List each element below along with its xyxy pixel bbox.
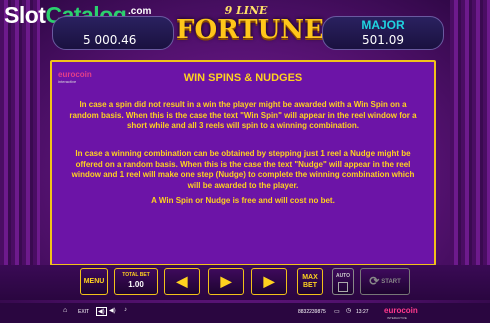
next-page-button[interactable]: ▶ bbox=[251, 268, 287, 295]
jackpot-left: 5 000.46 bbox=[52, 16, 174, 50]
arrow-right-icon: ▶ bbox=[263, 273, 275, 289]
speaker-icon[interactable]: ◀) bbox=[96, 307, 107, 316]
menu-button[interactable]: MENU bbox=[80, 268, 108, 295]
play-button[interactable]: ▶ bbox=[208, 268, 244, 295]
total-bet-button[interactable]: TOTAL BET 1.00 bbox=[114, 268, 158, 295]
spin-icon: ⟳ bbox=[369, 274, 380, 288]
game-logo: 9 LINE FORTUNE bbox=[176, 4, 324, 60]
auto-button[interactable]: AUTO bbox=[332, 268, 354, 295]
home-icon[interactable]: ⌂ bbox=[63, 307, 67, 314]
clock-time: 13:27 bbox=[356, 309, 369, 315]
start-label: START bbox=[381, 279, 401, 286]
play-icon: ▶ bbox=[220, 273, 232, 289]
start-button[interactable]: ⟳ START bbox=[360, 268, 410, 295]
eurocoin-brand: eurocoin bbox=[384, 306, 418, 315]
max-bet-button[interactable]: MAX BET bbox=[297, 268, 323, 295]
jackpot-major-title: MAJOR bbox=[361, 18, 405, 32]
paragraph-win-spin: In case a spin did not result in a win t… bbox=[69, 100, 417, 130]
eurocoin-brand-sub: INTERACTIVE bbox=[387, 316, 407, 320]
paragraph-nudge: In case a winning combination can be obt… bbox=[71, 149, 415, 190]
screen-icon[interactable]: ▭ bbox=[334, 308, 340, 315]
clock-icon: ◷ bbox=[346, 308, 352, 314]
help-panel: eurocoin interactive WIN SPINS & NUDGES … bbox=[50, 60, 436, 266]
panel-title: WIN SPINS & NUDGES bbox=[183, 72, 303, 84]
arrow-left-icon: ◀ bbox=[176, 273, 188, 289]
jackpot-left-value: 5 000.46 bbox=[83, 33, 137, 47]
auto-checkbox[interactable] bbox=[338, 282, 348, 292]
total-bet-label: TOTAL BET bbox=[122, 272, 150, 278]
exit-button[interactable]: EXIT bbox=[78, 309, 89, 315]
control-bar bbox=[0, 265, 490, 300]
curtain-right bbox=[450, 0, 490, 265]
speaker-volume-icon[interactable]: ◀) bbox=[109, 307, 116, 314]
paragraph-free: A Win Spin or Nudge is free and will cos… bbox=[151, 196, 335, 205]
curtain-left bbox=[0, 0, 40, 265]
status-bar: ⌂ EXIT ◀) ◀) ♪ 8832239875 ▭ ◷ 13:27 euro… bbox=[0, 303, 490, 323]
jackpot-major: MAJOR 501.09 bbox=[322, 16, 444, 50]
auto-label: AUTO bbox=[335, 273, 351, 279]
watermark-part-a: Slot bbox=[4, 2, 46, 28]
total-bet-value: 1.00 bbox=[128, 280, 144, 289]
session-id: 8832239875 bbox=[298, 309, 326, 315]
jackpot-major-value: 501.09 bbox=[362, 33, 404, 47]
previous-page-button[interactable]: ◀ bbox=[164, 268, 200, 295]
game-logo-main: FORTUNE bbox=[176, 15, 324, 45]
music-icon[interactable]: ♪ bbox=[124, 307, 127, 313]
